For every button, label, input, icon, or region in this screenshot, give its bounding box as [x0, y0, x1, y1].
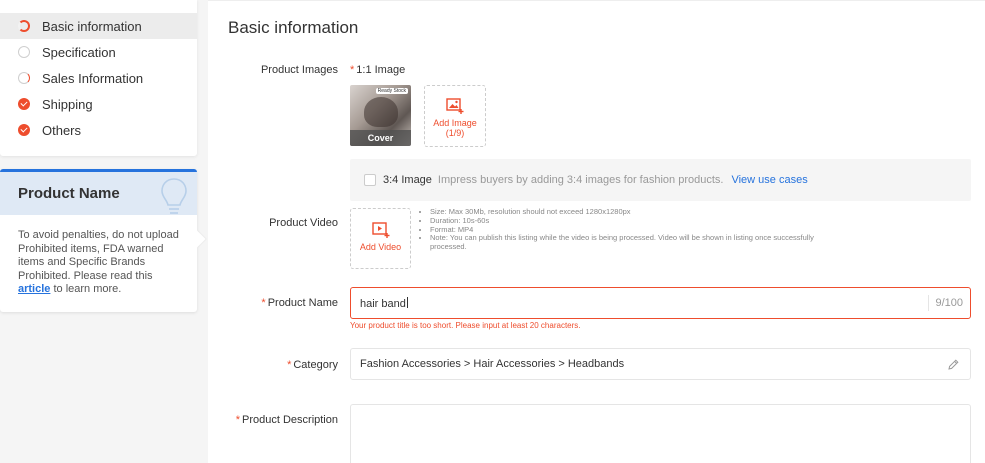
ratio-3-4-row: 3:4 Image Impress buyers by adding 3:4 i…	[350, 159, 971, 201]
section-title: Basic information	[228, 18, 359, 37]
basic-information-panel: Basic information Product Images * 1:1 Im…	[208, 0, 985, 463]
check-circle-icon	[18, 124, 30, 136]
product-name-label: * Product Name	[261, 297, 338, 309]
nav-item-label: Shipping	[42, 96, 93, 112]
category-label: * Category	[287, 359, 338, 371]
ready-stock-badge: Ready Stock	[375, 88, 408, 94]
nav-item-others[interactable]: Others	[0, 117, 197, 143]
lightbulb-icon	[159, 176, 189, 221]
required-asterisk: *	[261, 297, 266, 309]
ratio-3-4-label: 3:4 Image	[383, 174, 432, 186]
required-asterisk: *	[287, 359, 292, 371]
nav-item-label: Others	[42, 122, 82, 138]
add-image-icon	[446, 98, 464, 114]
ratio-3-4-checkbox[interactable]	[364, 174, 376, 186]
tip-text-after: to learn more.	[50, 283, 122, 295]
tip-body: To avoid penalties, do not upload Prohib…	[0, 215, 197, 297]
cover-image-thumbnail[interactable]: Ready Stock Cover	[350, 85, 411, 146]
empty-circle-icon	[18, 46, 30, 58]
nav-item-label: Basic information	[42, 18, 142, 34]
tip-article-link[interactable]: article	[18, 283, 50, 295]
video-note: Note: You can publish this listing while…	[430, 234, 821, 252]
product-name-value: hair band	[360, 297, 406, 310]
add-image-button[interactable]: Add Image (1/9)	[424, 85, 486, 147]
partial-circle-icon	[18, 72, 30, 84]
add-video-button[interactable]: Add Video	[350, 208, 411, 269]
add-video-label: Add Video	[359, 242, 402, 252]
tip-card: Product Name To avoid penalties, do not …	[0, 169, 206, 312]
product-name-error: Your product title is too short. Please …	[350, 321, 581, 330]
progress-ring-icon	[18, 20, 30, 32]
product-photo	[364, 97, 398, 127]
check-circle-icon	[18, 98, 30, 110]
category-path: Fashion Accessories > Hair Accessories >…	[360, 358, 625, 370]
character-count: 9/100	[928, 295, 970, 311]
category-selector[interactable]: Fashion Accessories > Hair Accessories >…	[350, 348, 971, 380]
add-image-label: Add Image	[433, 118, 477, 128]
nav-item-label: Sales Information	[42, 70, 144, 86]
product-name-input[interactable]: hair band 9/100	[350, 287, 971, 319]
text-caret	[406, 296, 408, 308]
product-description-textarea[interactable]	[350, 404, 971, 463]
pencil-icon[interactable]	[947, 358, 960, 374]
nav-item-label: Specification	[42, 44, 116, 60]
ratio-1-1-label: * 1:1 Image	[350, 64, 406, 76]
product-name-value-wrap: hair band	[351, 296, 928, 310]
nav-item-basic-information[interactable]: Basic information	[0, 13, 197, 39]
tip-text: To avoid penalties, do not upload Prohib…	[18, 229, 179, 282]
nav-item-shipping[interactable]: Shipping	[0, 91, 197, 117]
video-requirements-list: Size: Max 30Mb, resolution should not ex…	[421, 207, 821, 252]
nav-item-specification[interactable]: Specification	[0, 39, 197, 65]
view-use-cases-link[interactable]: View use cases	[731, 174, 807, 186]
tip-header: Product Name	[0, 169, 197, 215]
product-description-label: * Product Description	[235, 414, 338, 426]
cover-label: Cover	[350, 130, 411, 146]
nav-item-sales-information[interactable]: Sales Information	[0, 65, 197, 91]
video-note: Duration: 10s-60s	[430, 216, 821, 226]
required-asterisk: *	[350, 64, 355, 76]
required-asterisk: *	[235, 414, 240, 426]
add-video-icon	[371, 222, 389, 238]
product-video-label: Product Video	[269, 217, 338, 229]
section-nav: Basic information Specification Sales In…	[0, 0, 197, 156]
ratio-3-4-hint: Impress buyers by adding 3:4 images for …	[437, 174, 724, 186]
product-images-label: Product Images	[260, 64, 338, 76]
divider	[208, 0, 985, 1]
add-image-count: (1/9)	[445, 128, 465, 138]
tip-title: Product Name	[18, 185, 120, 202]
